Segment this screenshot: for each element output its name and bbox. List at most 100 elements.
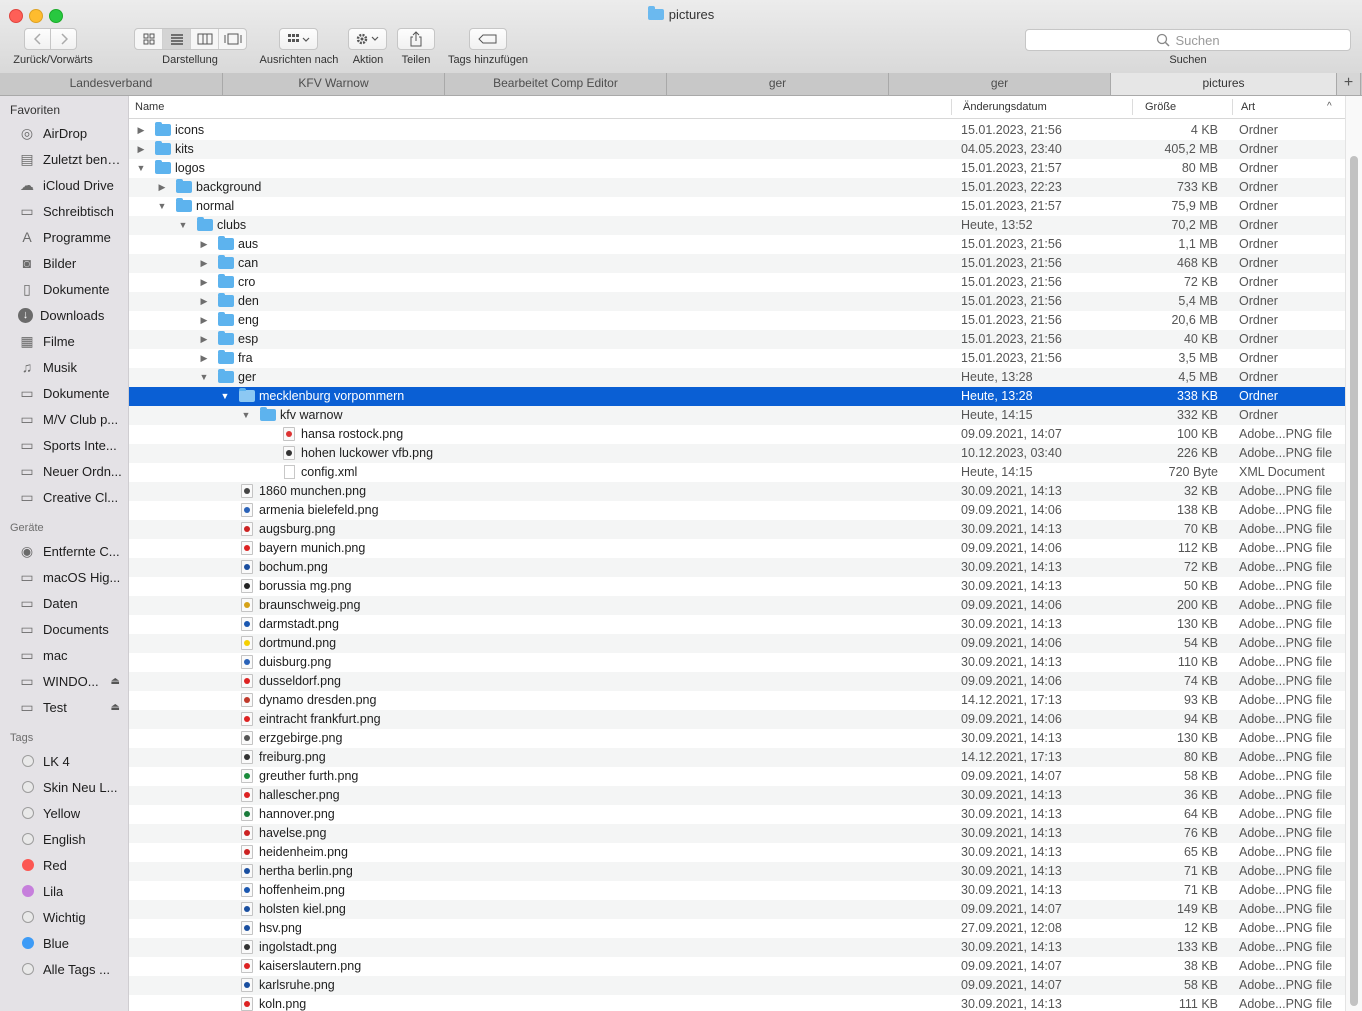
folder-row[interactable]: ▶ den 15.01.2023, 21:56 5,4 MB Ordner [129,292,1345,311]
disclosure-closed-icon[interactable]: ▶ [198,349,210,368]
vertical-scrollbar[interactable] [1345,96,1362,1011]
sidebar-item-entfernte-c[interactable]: ◉ Entfernte C... [0,538,128,564]
file-row[interactable]: armenia bielefeld.png 09.09.2021, 14:06 13… [129,501,1345,520]
list-view-button[interactable] [163,29,191,49]
arrange-button[interactable] [279,28,318,50]
sidebar-tag-wichtig[interactable]: Wichtig [0,904,128,930]
disclosure-open-icon[interactable]: ▼ [198,368,210,387]
column-view-button[interactable] [191,29,219,49]
file-row[interactable]: config.xml Heute, 14:15 720 Byte XML Docume… [129,463,1345,482]
folder-row[interactable]: ▼ mecklenburg vorpommern Heute, 13:28 338 K… [129,387,1345,406]
disclosure-closed-icon[interactable]: ▶ [135,140,147,159]
sidebar-tag-english[interactable]: English [0,826,128,852]
add-tags-button[interactable] [469,28,507,50]
sidebar-tag-yellow[interactable]: Yellow [0,800,128,826]
sidebar-item-daten[interactable]: ▭ Daten [0,590,128,616]
file-row[interactable]: holsten kiel.png 09.09.2021, 14:07 149 KB A… [129,900,1345,919]
disclosure-open-icon[interactable]: ▼ [177,216,189,235]
file-row[interactable]: dortmund.png 09.09.2021, 14:06 54 KB Adobe.… [129,634,1345,653]
forward-button[interactable] [50,28,77,50]
disclosure-closed-icon[interactable]: ▶ [198,292,210,311]
folder-row[interactable]: ▼ clubs Heute, 13:52 70,2 MB Ordner [129,216,1345,235]
file-row[interactable]: karlsruhe.png 09.09.2021, 14:07 58 KB Adobe… [129,976,1345,995]
sidebar-item-windo[interactable]: ▭ WINDO... ⏏ [0,668,128,694]
column-divider[interactable] [951,99,952,115]
folder-row[interactable]: ▼ ger Heute, 13:28 4,5 MB Ordner [129,368,1345,387]
sidebar-item-programme[interactable]: A Programme [0,224,128,250]
disclosure-closed-icon[interactable]: ▶ [198,330,210,349]
view-mode-switcher[interactable] [134,28,247,50]
sidebar-item-dokumente[interactable]: ▭ Dokumente [0,380,128,406]
sidebar-item-macos-hig[interactable]: ▭ macOS Hig... [0,564,128,590]
file-row[interactable]: bochum.png 30.09.2021, 14:13 72 KB Adobe...… [129,558,1345,577]
sidebar-tag-skin-neu-l[interactable]: Skin Neu L... [0,774,128,800]
gallery-view-button[interactable] [219,29,246,49]
disclosure-closed-icon[interactable]: ▶ [156,178,168,197]
sidebar-item-filme[interactable]: ▦ Filme [0,328,128,354]
scrollbar-thumb[interactable] [1350,156,1358,1006]
sidebar-item-zuletzt-benutzt[interactable]: ▤ Zuletzt benutzt [0,146,128,172]
file-row[interactable]: havelse.png 30.09.2021, 14:13 76 KB Adobe..… [129,824,1345,843]
new-tab-button[interactable]: + [1337,73,1361,95]
sidebar-item-sports-inte[interactable]: ▭ Sports Inte... [0,432,128,458]
icon-view-button[interactable] [135,29,163,49]
disclosure-open-icon[interactable]: ▼ [240,406,252,425]
file-row[interactable]: augsburg.png 30.09.2021, 14:13 70 KB Adobe.… [129,520,1345,539]
date-column-header[interactable]: Änderungsdatum [963,96,1047,118]
sidebar-tag-red[interactable]: Red [0,852,128,878]
folder-row[interactable]: ▶ esp 15.01.2023, 21:56 40 KB Ordner [129,330,1345,349]
file-row[interactable]: greuther furth.png 09.09.2021, 14:07 58 KB… [129,767,1345,786]
folder-row[interactable]: ▼ normal 15.01.2023, 21:57 75,9 MB Ordner [129,197,1345,216]
file-row[interactable]: darmstadt.png 30.09.2021, 14:13 130 KB Adob… [129,615,1345,634]
file-row[interactable]: duisburg.png 30.09.2021, 14:13 110 KB Adobe… [129,653,1345,672]
disclosure-open-icon[interactable]: ▼ [135,159,147,178]
folder-row[interactable]: ▶ fra 15.01.2023, 21:56 3,5 MB Ordner [129,349,1345,368]
file-row[interactable]: freiburg.png 14.12.2021, 17:13 80 KB Adobe.… [129,748,1345,767]
file-row[interactable]: hsv.png 27.09.2021, 12:08 12 KB Adobe...PNG… [129,919,1345,938]
folder-row[interactable]: ▼ kfv warnow Heute, 14:15 332 KB Ordner [129,406,1345,425]
file-row[interactable]: braunschweig.png 09.09.2021, 14:06 200 KB A… [129,596,1345,615]
sidebar-tag-alle-tags[interactable]: Alle Tags ... [0,956,128,982]
sidebar-item-dokumente[interactable]: ▯ Dokumente [0,276,128,302]
file-row[interactable]: hallescher.png 30.09.2021, 14:13 36 KB Adob… [129,786,1345,805]
tab-ger-1[interactable]: ger [667,73,889,95]
folder-row[interactable]: ▶ aus 15.01.2023, 21:56 1,1 MB Ordner [129,235,1345,254]
folder-row[interactable]: ▼ logos 15.01.2023, 21:57 80 MB Ordner [129,159,1345,178]
disclosure-closed-icon[interactable]: ▶ [198,273,210,292]
tab-landesverband[interactable]: Landesverband [0,73,223,95]
file-row[interactable]: hertha berlin.png 30.09.2021, 14:13 71 KB A… [129,862,1345,881]
sidebar-item-test[interactable]: ▭ Test ⏏ [0,694,128,720]
file-row[interactable]: hohen luckower vfb.png 10.12.2023, 03:40 2… [129,444,1345,463]
file-row[interactable]: hoffenheim.png 30.09.2021, 14:13 71 KB Adob… [129,881,1345,900]
disclosure-closed-icon[interactable]: ▶ [135,121,147,140]
back-button[interactable] [24,28,51,50]
sidebar-item-airdrop[interactable]: ◎ AirDrop [0,120,128,146]
disclosure-open-icon[interactable]: ▼ [156,197,168,216]
eject-icon[interactable]: ⏏ [111,676,120,687]
file-row[interactable]: kaiserslautern.png 09.09.2021, 14:07 38 KB… [129,957,1345,976]
column-divider[interactable] [1132,99,1133,115]
share-button[interactable] [397,28,435,50]
sidebar-item-downloads[interactable]: ↓ Downloads [0,302,128,328]
tab-kfv-warnow[interactable]: KFV Warnow [223,73,445,95]
sidebar-item-documents[interactable]: ▭ Documents [0,616,128,642]
sidebar-tag-lila[interactable]: Lila [0,878,128,904]
column-divider[interactable] [1232,99,1233,115]
disclosure-open-icon[interactable]: ▼ [219,387,231,406]
eject-icon[interactable]: ⏏ [111,702,120,713]
tab-pictures[interactable]: pictures [1111,73,1337,95]
sidebar-tag-blue[interactable]: Blue [0,930,128,956]
sidebar-tag-lk-4[interactable]: LK 4 [0,748,128,774]
folder-row[interactable]: ▶ kits 04.05.2023, 23:40 405,2 MB Ordner [129,140,1345,159]
file-row[interactable]: eintracht frankfurt.png 09.09.2021, 14:06… [129,710,1345,729]
folder-row[interactable]: ▶ cro 15.01.2023, 21:56 72 KB Ordner [129,273,1345,292]
sidebar-item-neuer-ordn[interactable]: ▭ Neuer Ordn... [0,458,128,484]
search-field[interactable]: Suchen [1025,29,1351,51]
sidebar-item-creative-cl[interactable]: ▭ Creative Cl... [0,484,128,510]
sidebar-item-icloud-drive[interactable]: ☁ iCloud Drive [0,172,128,198]
disclosure-closed-icon[interactable]: ▶ [198,311,210,330]
file-row[interactable]: hannover.png 30.09.2021, 14:13 64 KB Adobe.… [129,805,1345,824]
sidebar-item-schreibtisch[interactable]: ▭ Schreibtisch [0,198,128,224]
size-column-header[interactable]: Größe [1145,96,1176,118]
sidebar-item-mac[interactable]: ▭ mac [0,642,128,668]
